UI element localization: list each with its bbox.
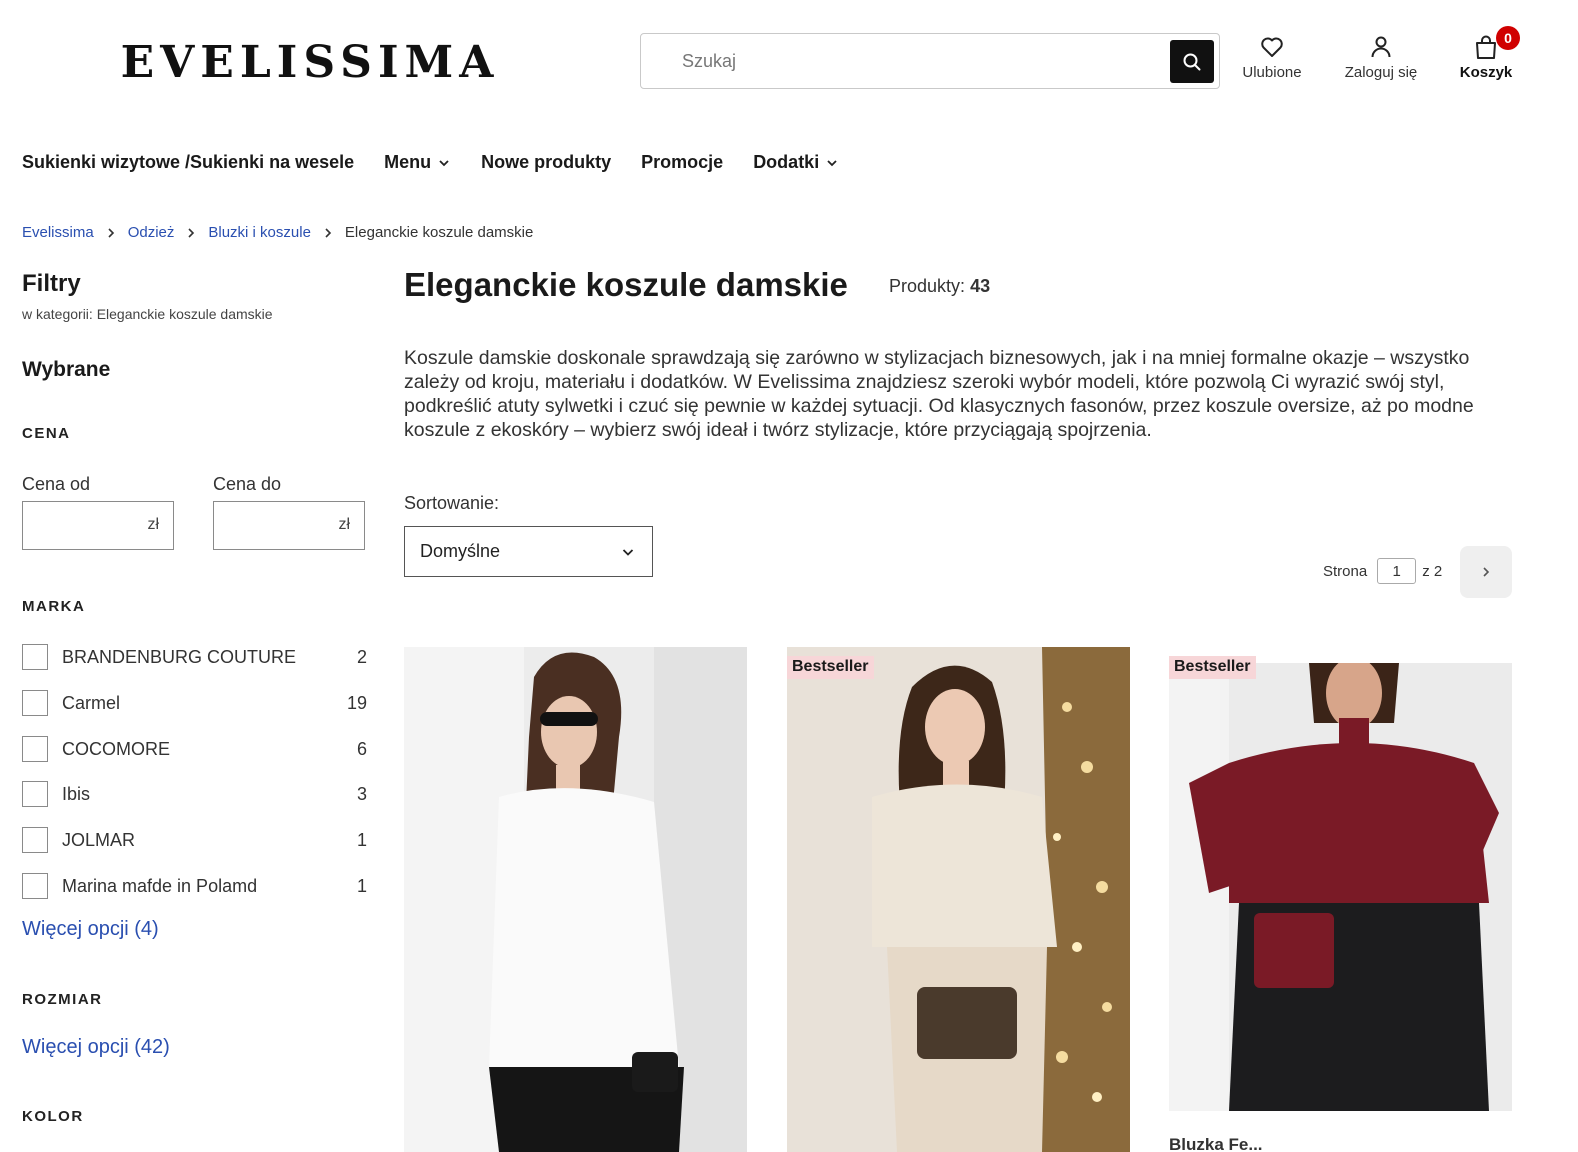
brand-option[interactable]: BRANDENBURG COUTURE 2 — [22, 642, 367, 672]
checkbox[interactable] — [22, 690, 48, 716]
size-filter-heading[interactable]: ROZMIAR — [22, 991, 103, 1008]
search-bar — [640, 33, 1220, 89]
currency-label: zł — [147, 516, 159, 533]
page-title: Eleganckie koszule damskie — [404, 266, 848, 303]
price-from-field[interactable]: zł — [22, 501, 174, 550]
chevron-right-icon — [323, 227, 333, 239]
search-input[interactable] — [642, 35, 1157, 87]
page-total-label: z 2 — [1422, 562, 1443, 580]
product-image[interactable] — [404, 647, 747, 1152]
bestseller-badge: Bestseller — [1169, 656, 1256, 679]
chevron-right-icon — [1483, 567, 1490, 577]
chevron-right-icon — [106, 227, 116, 239]
nav-item-new-products[interactable]: Nowe produkty — [481, 152, 611, 173]
price-from-label: Cena od — [22, 474, 91, 494]
nav-item-promotions[interactable]: Promocje — [641, 152, 723, 173]
page-number-input[interactable]: 1 — [1377, 558, 1417, 584]
checkbox[interactable] — [22, 644, 48, 670]
brand-option[interactable]: Carmel 19 — [22, 688, 367, 718]
price-to-field[interactable]: zł — [213, 501, 365, 550]
breadcrumb-link[interactable]: Bluzki i koszule — [208, 224, 311, 241]
main-nav: Sukienki wizytowe /Sukienki na wesele Me… — [22, 152, 839, 173]
sort-selected-value: Domyślne — [420, 541, 501, 561]
checkbox[interactable] — [22, 781, 48, 807]
color-filter-heading[interactable]: KOLOR — [22, 1108, 84, 1125]
breadcrumb-current: Eleganckie koszule damskie — [344, 224, 534, 241]
product-image[interactable] — [787, 647, 1130, 1152]
product-card[interactable] — [404, 647, 747, 1152]
checkbox[interactable] — [22, 736, 48, 762]
heart-icon — [1261, 37, 1283, 57]
brand-option[interactable]: JOLMAR 1 — [22, 825, 367, 855]
chevron-right-icon — [186, 227, 196, 239]
filters-title: Filtry — [22, 270, 81, 297]
filters-subtitle: w kategorii: Eleganckie koszule damskie — [22, 306, 273, 322]
nav-item-menu[interactable]: Menu — [384, 152, 451, 173]
product-card[interactable]: Bestseller — [1169, 647, 1512, 1111]
checkbox[interactable] — [22, 827, 48, 853]
pagination: Strona 1 z 2 — [1323, 558, 1442, 584]
price-to-label: Cena do — [213, 474, 282, 494]
svg-text:EVELISSIMA: EVELISSIMA — [121, 38, 500, 84]
chevron-down-icon — [827, 159, 837, 166]
sort-label: Sortowanie: — [404, 493, 500, 513]
size-more-options-link[interactable]: Więcej opcji (42) — [22, 1036, 170, 1059]
page-label: Strona — [1323, 562, 1368, 580]
login-label: Zaloguj się — [1344, 64, 1418, 81]
search-button[interactable] — [1170, 40, 1214, 83]
brand-option[interactable]: Marina mafde in Polamd 1 — [22, 871, 367, 901]
search-icon — [1183, 53, 1201, 70]
favorites-label: Ulubione — [1242, 64, 1302, 81]
price-to-input[interactable] — [214, 502, 324, 548]
breadcrumb-link[interactable]: Evelissima — [22, 224, 94, 241]
product-image[interactable] — [1169, 663, 1512, 1111]
brand-option[interactable]: COCOMORE 6 — [22, 734, 367, 764]
cart-label: Koszyk — [1459, 64, 1513, 81]
filters-sidebar: Filtry w kategorii: Eleganckie koszule d… — [22, 270, 367, 1125]
cart-count-badge: 0 — [1496, 26, 1520, 50]
currency-label: zł — [338, 516, 350, 533]
next-page-button[interactable] — [1460, 546, 1512, 598]
price-from-input[interactable] — [23, 502, 133, 548]
cart-link[interactable]: Koszyk 0 — [1436, 26, 1536, 81]
brand-more-options-link[interactable]: Więcej opcji (4) — [22, 918, 159, 941]
breadcrumb: Evelissima Odzież Bluzki i koszule Elega… — [22, 224, 533, 241]
category-description: Koszule damskie doskonale sprawdzają się… — [404, 347, 1474, 441]
evelissima-logo[interactable]: EVELISSIMA — [104, 38, 516, 84]
chevron-down-icon — [622, 548, 634, 556]
brand-option[interactable]: Ibis 3 — [22, 779, 367, 809]
login-link[interactable]: Zaloguj się — [1331, 34, 1431, 81]
product-name-peek[interactable]: Bluzka Fe... — [1169, 1135, 1263, 1152]
product-card[interactable]: Bestseller — [787, 647, 1130, 1152]
brand-filter-heading[interactable]: MARKA — [22, 598, 85, 615]
favorites-link[interactable]: Ulubione — [1222, 34, 1322, 81]
selected-filters-title: Wybrane — [22, 358, 111, 381]
nav-item-wedding-dresses[interactable]: Sukienki wizytowe /Sukienki na wesele — [22, 152, 354, 173]
bestseller-badge: Bestseller — [787, 656, 874, 679]
nav-item-accessories[interactable]: Dodatki — [753, 152, 839, 173]
chevron-down-icon — [439, 159, 449, 166]
checkbox[interactable] — [22, 873, 48, 899]
user-icon — [1371, 36, 1391, 58]
sort-select[interactable]: Domyślne — [404, 526, 653, 577]
products-count: Produkty: 43 — [889, 276, 991, 296]
price-filter-heading[interactable]: CENA — [22, 425, 71, 442]
breadcrumb-link[interactable]: Odzież — [128, 224, 175, 241]
